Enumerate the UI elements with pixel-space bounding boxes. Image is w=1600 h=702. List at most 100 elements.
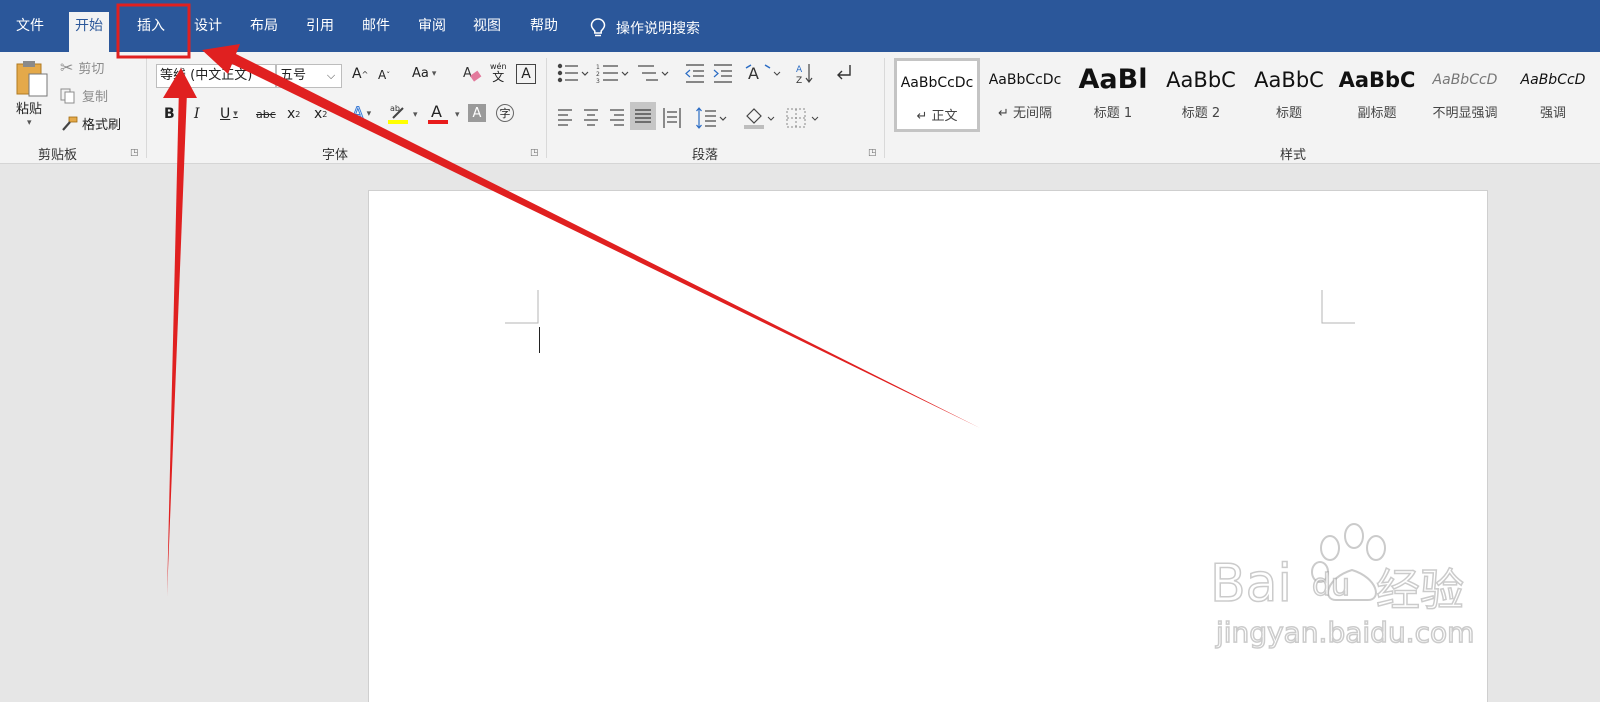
style-preview: AaBl <box>1078 64 1148 95</box>
style-name: 标题 2 <box>1181 106 1221 121</box>
highlight-dropdown[interactable]: ▾ <box>410 110 418 120</box>
underline-button[interactable]: U ▾ <box>220 106 238 122</box>
paste-button[interactable] <box>14 58 52 98</box>
multilevel-list-icon[interactable] <box>638 65 669 81</box>
font-size-combo[interactable]: 五号 ⌵ <box>276 64 342 88</box>
styles-gallery: AaBbCcDc ↵ 正文 AaBbCcDc ↵ 无间隔 AaBl 标题 1 A… <box>894 58 1600 136</box>
style-title[interactable]: AaBbC 标题 <box>1246 58 1332 132</box>
strikethrough-icon[interactable]: abc <box>256 108 276 121</box>
paste-dropdown-caret[interactable]: ▾ <box>27 118 32 128</box>
style-normal[interactable]: AaBbCcDc ↵ 正文 <box>894 58 980 132</box>
tab-view[interactable]: 视图 <box>467 14 507 52</box>
caret-down-icon: ▾ <box>233 109 238 119</box>
watermark-brand-b: du <box>1311 567 1351 604</box>
tab-layout[interactable]: 布局 <box>244 14 284 52</box>
chevron-down-icon[interactable]: ⌵ <box>255 65 275 87</box>
tell-me-label: 操作说明搜索 <box>616 21 700 37</box>
style-heading-1[interactable]: AaBl 标题 1 <box>1070 58 1156 132</box>
caret-down-icon: ▾ <box>455 110 460 120</box>
caret-down-icon: ▾ <box>413 110 418 120</box>
shading-icon[interactable] <box>744 108 775 129</box>
lightbulb-icon <box>590 18 606 37</box>
paintbrush-icon <box>62 116 78 131</box>
paragraph-launcher-icon[interactable]: ◳ <box>868 148 877 158</box>
clear-formatting-button[interactable]: A <box>462 64 482 84</box>
clipboard-launcher-icon[interactable]: ◳ <box>130 148 139 158</box>
subscript-icon[interactable]: x2 <box>287 106 300 122</box>
style-preview: AaBbCcD <box>1520 72 1586 88</box>
style-heading-2[interactable]: AaBbC 标题 2 <box>1158 58 1244 132</box>
font-size-value: 五号 <box>280 68 307 83</box>
align-center-icon[interactable] <box>584 109 598 126</box>
ribbon-separator <box>146 58 147 158</box>
paste-label[interactable]: 粘贴 <box>16 98 42 117</box>
numbering-icon[interactable]: 1 2 3 <box>596 64 629 85</box>
line-spacing-icon[interactable] <box>696 107 727 129</box>
show-formatting-marks-icon[interactable] <box>837 65 851 80</box>
distributed-icon[interactable] <box>663 108 681 128</box>
style-preview: AaBbC <box>1254 68 1324 92</box>
superscript-icon[interactable]: x2 <box>314 106 327 122</box>
font-color-dropdown[interactable]: ▾ <box>452 110 460 120</box>
tab-mailings[interactable]: 邮件 <box>356 14 396 52</box>
tell-me-search[interactable]: 操作说明搜索 <box>590 18 700 38</box>
style-subtitle[interactable]: AaBbC 副标题 <box>1334 58 1420 132</box>
scissors-icon: ✂ <box>60 58 74 77</box>
copy-button[interactable]: 复制 <box>60 86 108 105</box>
watermark-url: jingyan.baidu.com <box>1215 615 1475 650</box>
tab-home[interactable]: 开始 <box>69 12 109 52</box>
style-name: 强调 <box>1539 106 1566 121</box>
style-preview: AaBbCcDc <box>988 72 1062 88</box>
svg-text:1: 1 <box>596 64 600 71</box>
borders-icon[interactable] <box>786 108 819 128</box>
font-color-button[interactable]: A <box>428 102 448 124</box>
asian-layout-icon[interactable]: A <box>745 64 781 83</box>
bullets-icon[interactable] <box>557 63 589 83</box>
style-name: 标题 <box>1275 106 1302 121</box>
sort-icon[interactable]: A Z <box>796 64 813 86</box>
watermark-brand-a: Bai <box>1209 553 1293 615</box>
cut-label: 剪切 <box>78 62 105 77</box>
grow-font-icon[interactable]: A ^ <box>352 66 368 82</box>
caret-down-icon: ▾ <box>366 109 372 119</box>
font-name-combo[interactable]: 等线 (中文正文) ⌵ <box>156 64 276 88</box>
tab-file[interactable]: 文件 <box>10 14 50 52</box>
style-preview: AaBbC <box>1166 68 1236 92</box>
chevron-down-icon[interactable]: ⌵ <box>321 65 341 87</box>
tab-help[interactable]: 帮助 <box>524 14 564 52</box>
enclose-characters-icon[interactable]: 字 <box>496 104 514 122</box>
decrease-indent-icon[interactable] <box>685 64 704 83</box>
bold-button[interactable]: B <box>164 106 175 122</box>
style-emphasis[interactable]: AaBbCcD 强调 <box>1510 58 1596 132</box>
style-name: 标题 1 <box>1093 106 1133 121</box>
svg-text:2: 2 <box>596 71 600 78</box>
character-shading-icon[interactable]: A <box>468 104 486 122</box>
text-effects-icon[interactable]: A ▾ <box>351 104 372 125</box>
increase-indent-icon[interactable] <box>713 64 732 83</box>
justify-icon[interactable] <box>630 102 656 130</box>
ribbon-separator <box>884 58 885 158</box>
cut-button[interactable]: ✂ 剪切 <box>60 58 104 77</box>
format-painter-label: 格式刷 <box>82 118 122 133</box>
copy-icon <box>60 88 75 103</box>
highlight-button[interactable]: ab <box>388 102 408 124</box>
eraser-icon: A <box>463 66 482 82</box>
phonetic-guide-button[interactable]: wén 文 <box>490 62 507 83</box>
italic-button[interactable]: I <box>194 106 200 122</box>
align-left-icon[interactable] <box>558 109 572 126</box>
style-subtle-emphasis[interactable]: AaBbCcD 不明显强调 <box>1422 58 1508 132</box>
shrink-font-icon[interactable]: Aˇ <box>378 68 390 82</box>
tab-review[interactable]: 审阅 <box>412 14 452 52</box>
font-launcher-icon[interactable]: ◳ <box>530 148 539 158</box>
tab-design[interactable]: 设计 <box>188 14 228 52</box>
align-right-icon[interactable] <box>610 109 624 126</box>
tab-references[interactable]: 引用 <box>300 14 340 52</box>
tab-insert[interactable]: 插入 <box>131 14 171 52</box>
character-border-icon[interactable]: A <box>516 64 536 84</box>
style-no-spacing[interactable]: AaBbCcDc ↵ 无间隔 <box>982 58 1068 132</box>
watermark-brand-c: 经验 <box>1375 564 1465 617</box>
format-painter-button[interactable]: 格式刷 <box>60 114 121 133</box>
font-name-value: 等线 (中文正文) <box>160 68 253 83</box>
change-case-button[interactable]: Aa ▾ <box>412 66 436 81</box>
change-case-label: Aa <box>412 66 429 81</box>
